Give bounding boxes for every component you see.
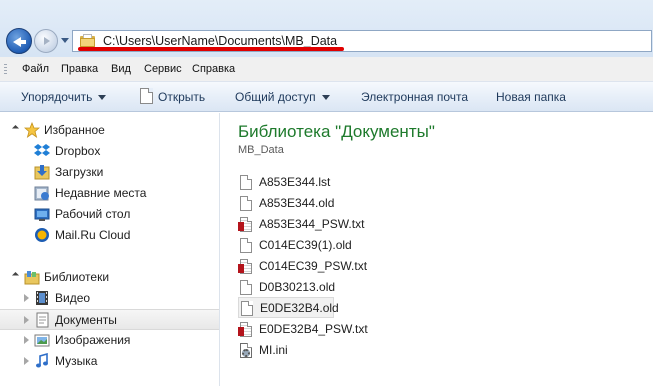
text-file-icon xyxy=(238,217,252,232)
nav-item-desktop[interactable]: Рабочий стол xyxy=(0,204,219,225)
address-path[interactable]: C:\Users\UserName\Documents\MB_Data xyxy=(103,34,337,48)
nav-libraries[interactable]: Библиотеки xyxy=(0,267,219,288)
red-underline-annotation xyxy=(78,47,344,51)
file-name: A853E344.lst xyxy=(259,175,331,189)
music-library-icon xyxy=(36,353,48,368)
file-name: C014EC39(1).old xyxy=(259,238,352,252)
file-icon xyxy=(240,175,252,190)
library-subtitle: MB_Data xyxy=(238,144,284,156)
nav-item-label: Загрузки xyxy=(55,165,104,179)
menu-bar: Файл Правка Вид Сервис Справка xyxy=(0,57,653,82)
library-title: Библиотека "Документы" xyxy=(238,122,435,141)
nav-item-label: Рабочий стол xyxy=(55,207,131,221)
file-item[interactable]: A853E344_PSW.txt xyxy=(238,214,368,235)
navigation-pane: Избранное Dropbox Загрузки Недавние мест… xyxy=(0,113,220,386)
organize-button[interactable]: Упорядочить xyxy=(21,90,107,104)
expand-arrow-icon[interactable] xyxy=(24,357,29,365)
file-list-pane: Библиотека "Документы" MB_Data A853E344.… xyxy=(221,113,653,386)
star-icon xyxy=(24,122,40,138)
text-file-icon xyxy=(238,322,252,337)
collapse-arrow-icon[interactable] xyxy=(11,124,20,133)
file-name: C014EC39_PSW.txt xyxy=(259,259,368,273)
settings-file-icon xyxy=(240,343,252,358)
expand-arrow-icon[interactable] xyxy=(24,336,29,344)
back-arrow-icon[interactable] xyxy=(6,28,32,54)
nav-item-pictures[interactable]: Изображения xyxy=(0,330,219,351)
forward-arrow-icon[interactable] xyxy=(34,29,58,53)
file-icon xyxy=(240,238,252,253)
nav-item-dropbox[interactable]: Dropbox xyxy=(0,141,219,162)
recent-pages-dropdown-icon[interactable] xyxy=(61,38,69,43)
file-icon xyxy=(241,301,253,316)
nav-item-label: Mail.Ru Cloud xyxy=(55,228,131,242)
file-icon xyxy=(240,196,252,211)
menu-help[interactable]: Справка xyxy=(192,63,235,75)
collapse-arrow-icon[interactable] xyxy=(11,271,20,280)
nav-libraries-label: Библиотеки xyxy=(44,270,110,284)
menu-grip-icon xyxy=(4,64,7,76)
file-name: E0DE32B4.old xyxy=(260,301,339,315)
nav-item-video[interactable]: Видео xyxy=(0,288,219,309)
new-folder-label: Новая папка xyxy=(496,90,566,104)
mailru-cloud-icon xyxy=(35,228,49,242)
nav-favorites-label: Избранное xyxy=(44,123,105,137)
menu-tools[interactable]: Сервис xyxy=(144,63,182,75)
libraries-icon xyxy=(24,271,40,285)
menu-view[interactable]: Вид xyxy=(111,63,131,75)
document-icon xyxy=(140,88,153,104)
file-name: A853E344.old xyxy=(259,196,335,210)
address-strip: C:\Users\UserName\Documents\MB_Data xyxy=(0,0,653,57)
share-label: Общий доступ xyxy=(235,90,316,104)
expand-arrow-icon[interactable] xyxy=(24,316,29,324)
share-button[interactable]: Общий доступ xyxy=(235,90,330,104)
organize-label: Упорядочить xyxy=(21,90,93,104)
chevron-down-icon xyxy=(98,95,107,101)
file-item[interactable]: MI.ini xyxy=(238,340,318,361)
nav-item-label: Видео xyxy=(55,291,91,305)
file-icon xyxy=(240,280,252,295)
nav-item-label: Музыка xyxy=(55,354,98,368)
file-item[interactable]: C014EC39(1).old xyxy=(238,235,358,256)
menu-edit[interactable]: Правка xyxy=(61,63,98,75)
email-button[interactable]: Электронная почта xyxy=(361,90,468,104)
pictures-library-icon xyxy=(34,334,50,347)
nav-item-label: Документы xyxy=(55,313,117,327)
email-label: Электронная почта xyxy=(361,90,469,104)
nav-item-label: Недавние места xyxy=(55,186,147,200)
nav-item-downloads[interactable]: Загрузки xyxy=(0,162,219,183)
file-name: E0DE32B4_PSW.txt xyxy=(259,322,368,336)
nav-item-documents[interactable]: Документы xyxy=(0,309,219,330)
open-button[interactable]: Открыть xyxy=(158,90,205,104)
folder-icon xyxy=(80,34,95,47)
file-name: MI.ini xyxy=(259,343,288,357)
recent-places-icon xyxy=(34,186,49,201)
downloads-icon xyxy=(34,165,50,180)
file-name: A853E344_PSW.txt xyxy=(259,217,365,231)
new-folder-button[interactable]: Новая папка xyxy=(496,90,566,104)
file-item[interactable]: A853E344.old xyxy=(238,193,358,214)
file-item-selected[interactable]: E0DE32B4.old xyxy=(238,297,339,318)
nav-favorites[interactable]: Избранное xyxy=(0,120,219,141)
file-name: D0B30213.old xyxy=(259,280,336,294)
documents-library-icon xyxy=(36,312,49,328)
text-file-icon xyxy=(238,259,252,274)
nav-item-mailru-cloud[interactable]: Mail.Ru Cloud xyxy=(0,225,219,246)
command-bar: Упорядочить Открыть Общий доступ Электро… xyxy=(0,82,653,112)
chevron-down-icon xyxy=(321,95,330,101)
file-item[interactable]: C014EC39_PSW.txt xyxy=(238,256,368,277)
nav-item-label: Dropbox xyxy=(55,144,101,158)
nav-item-label: Изображения xyxy=(55,333,131,347)
nav-item-recent-places[interactable]: Недавние места xyxy=(0,183,219,204)
video-library-icon xyxy=(36,291,48,305)
file-item[interactable]: A853E344.lst xyxy=(238,172,358,193)
desktop-icon xyxy=(34,208,50,221)
expand-arrow-icon[interactable] xyxy=(24,294,29,302)
nav-item-music[interactable]: Музыка xyxy=(0,351,219,372)
menu-file[interactable]: Файл xyxy=(22,63,49,75)
dropbox-icon xyxy=(34,144,50,156)
file-item[interactable]: D0B30213.old xyxy=(238,277,358,298)
file-item[interactable]: E0DE32B4_PSW.txt xyxy=(238,319,368,340)
open-label: Открыть xyxy=(158,90,206,104)
